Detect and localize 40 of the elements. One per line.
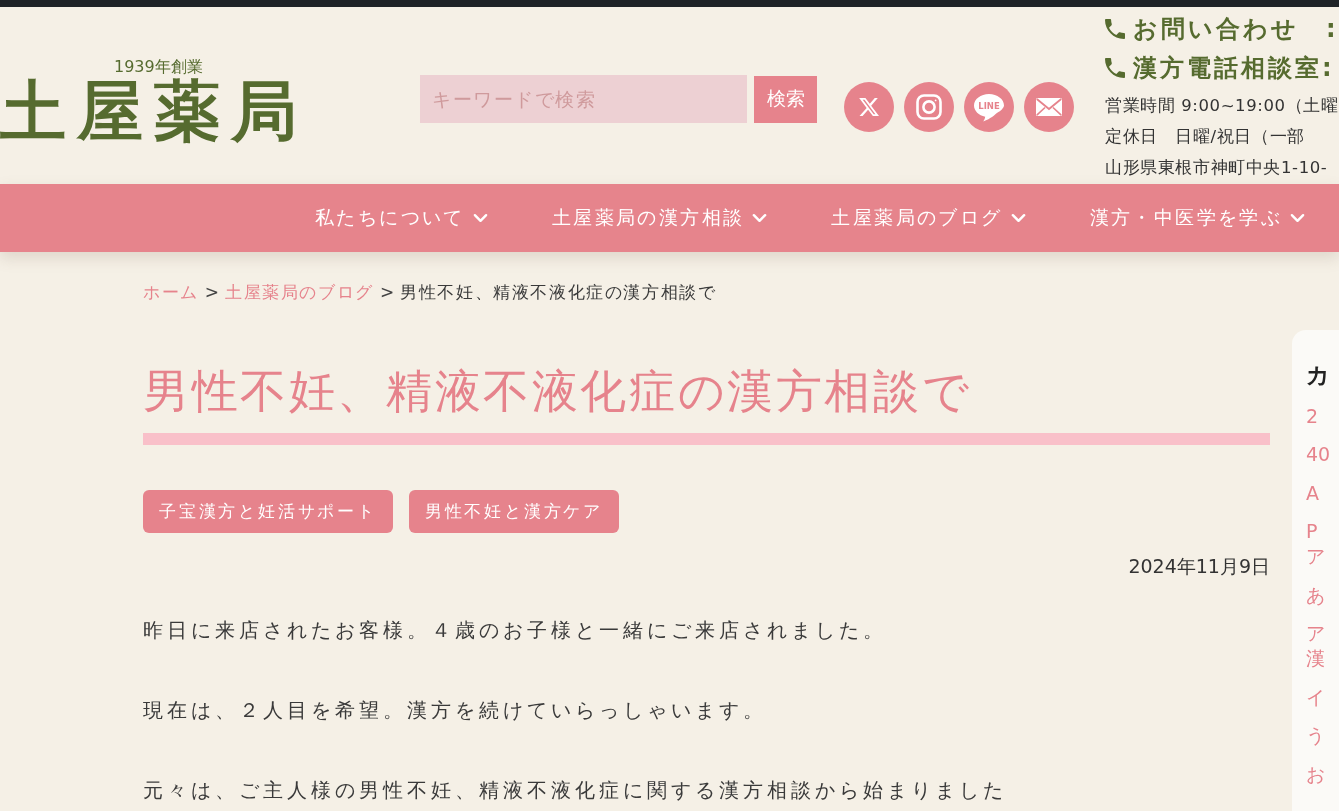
article-title: 男性不妊、精液不液化症の漢方相談で xyxy=(143,363,973,419)
sidebar-link[interactable]: ア漢 xyxy=(1306,621,1332,671)
sidebar-link[interactable]: う xyxy=(1306,723,1325,748)
store-info-text: 山形県東根市神町中央1-10- xyxy=(1105,158,1328,177)
camera-icon[interactable] xyxy=(904,82,954,132)
breadcrumb-separator: > xyxy=(379,281,395,304)
breadcrumb-separator: > xyxy=(204,281,220,304)
chat-bubble-icon[interactable]: LINE xyxy=(964,82,1014,132)
nav-link[interactable]: 土屋薬局の漢方相談 xyxy=(551,205,768,231)
envelope-icon[interactable] xyxy=(1024,82,1074,132)
article-paragraph: 昨日に来店されたお客様。４歳のお子様と一緒にご来店されました。 xyxy=(143,617,888,644)
category-tag[interactable]: 子宝漢方と妊活サポート xyxy=(143,490,393,533)
nav-link[interactable]: 漢方・中医学を学ぶ xyxy=(1089,205,1306,231)
breadcrumb-link[interactable]: 土屋薬局のブログ xyxy=(225,280,374,304)
logo-wordmark[interactable]: 土屋薬局 xyxy=(0,77,308,147)
phone-label[interactable]: お問い合わせ : xyxy=(1133,12,1339,45)
sidebar-link[interactable]: 40 xyxy=(1306,442,1331,467)
category-tag[interactable]: 男性不妊と漢方ケア xyxy=(408,490,619,533)
store-info-text: 営業時間 9:00~19:00（土曜 xyxy=(1105,96,1339,115)
breadcrumb-link[interactable]: ホーム xyxy=(143,280,199,304)
nav-link[interactable]: 私たちについて xyxy=(315,205,488,231)
x-letter-icon[interactable] xyxy=(844,82,894,132)
phone-icon xyxy=(1105,57,1125,78)
sidebar-link[interactable]: Pア xyxy=(1306,519,1332,569)
post-date: 2024年11月9日 xyxy=(1128,554,1270,579)
breadcrumb-current: 男性不妊、精液不液化症の漢方相談で xyxy=(400,281,717,304)
sidebar-link[interactable]: 2 xyxy=(1306,403,1319,429)
article-paragraph: 現在は、２人目を希望。漢方を続けていらっしゃいます。 xyxy=(143,697,768,724)
phone-icon xyxy=(1105,18,1125,39)
sidebar-link[interactable]: A xyxy=(1306,480,1319,506)
logo-tagline: 1939年創業 xyxy=(114,57,203,77)
search-button[interactable]: 検索 xyxy=(754,75,817,123)
article-paragraph: 元々は、ご主人様の男性不妊、精液不液化症に関する漢方相談から始まりました xyxy=(143,777,1008,804)
sidebar-link[interactable]: お xyxy=(1306,761,1325,787)
sidebar-heading: カ xyxy=(1306,361,1330,390)
phone-label[interactable]: 漢方電話相談室: xyxy=(1133,51,1335,84)
store-info-text: 定休日 日曜/祝日（一部 xyxy=(1105,127,1305,146)
sidebar-link[interactable]: イ xyxy=(1306,684,1325,710)
sidebar-link[interactable]: あ xyxy=(1306,582,1325,608)
nav-link[interactable]: 土屋薬局のブログ xyxy=(831,205,1026,231)
